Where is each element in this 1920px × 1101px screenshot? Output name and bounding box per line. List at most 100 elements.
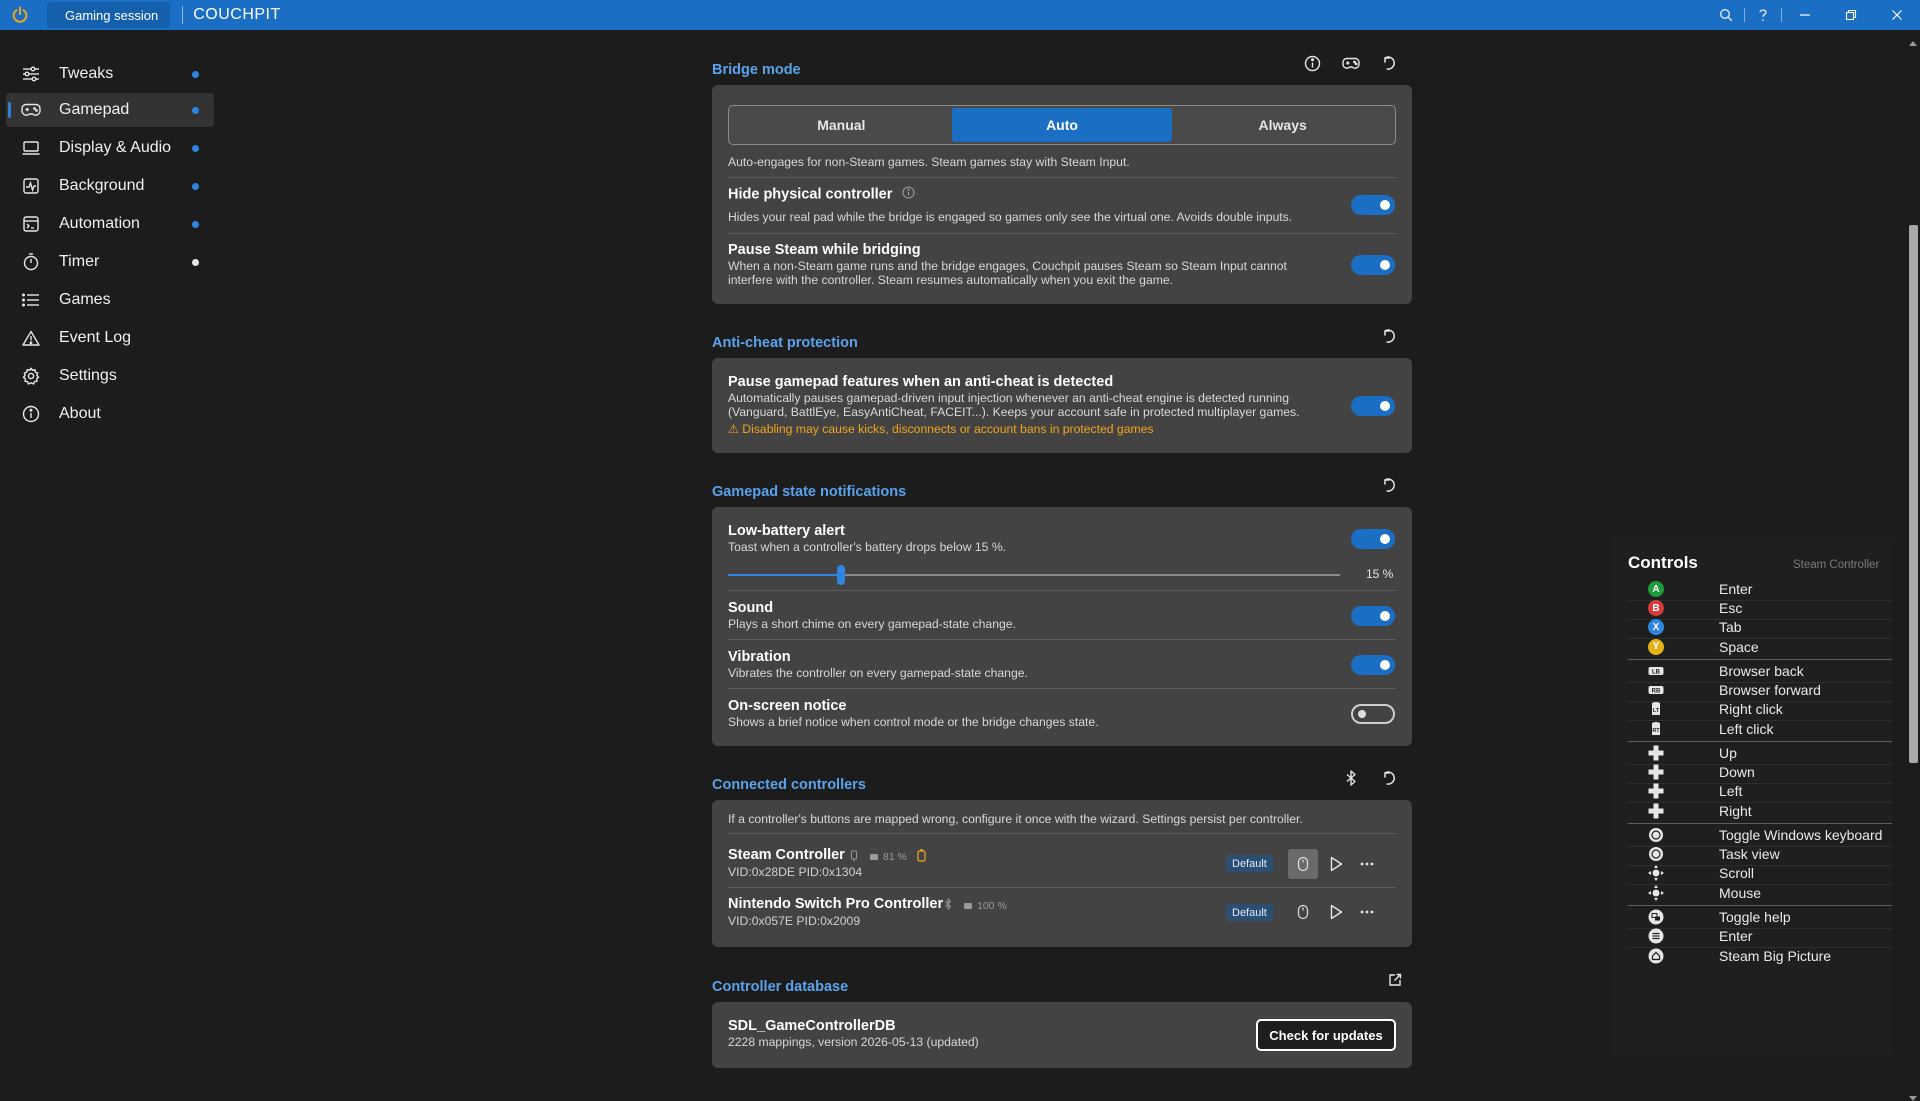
control-mapping-label: Browser back xyxy=(1719,663,1804,679)
mode-auto-option[interactable]: Auto xyxy=(951,108,1173,142)
bluetooth-icon[interactable] xyxy=(1340,767,1362,789)
info-icon[interactable] xyxy=(1301,52,1323,74)
sidebar-item-gamepad[interactable]: Gamepad xyxy=(6,93,214,127)
app-title: COUCHPIT xyxy=(193,6,281,23)
mouse-mode-button[interactable] xyxy=(1288,897,1318,927)
info-icon[interactable] xyxy=(902,186,915,203)
more-options-icon[interactable] xyxy=(1352,849,1382,879)
reset-icon[interactable] xyxy=(1379,474,1401,496)
divider xyxy=(728,887,1396,888)
rt-trigger-icon: RT xyxy=(1648,721,1664,737)
list-icon xyxy=(21,290,41,310)
control-mapping-row: RT Left click xyxy=(1628,717,1892,740)
sidebar-item-timer[interactable]: Timer xyxy=(6,245,214,279)
bridge-mode-card: Manual Auto Always Auto-engages for non-… xyxy=(712,85,1412,304)
sound-toggle[interactable] xyxy=(1351,606,1395,626)
info-icon xyxy=(21,404,41,424)
close-icon[interactable] xyxy=(1874,0,1920,30)
gamepad-icon[interactable] xyxy=(1340,52,1362,74)
low-battery-toggle[interactable] xyxy=(1351,529,1395,549)
divider xyxy=(728,233,1396,234)
pause-steam-toggle[interactable] xyxy=(1351,255,1395,275)
status-dot xyxy=(192,106,199,114)
play-icon[interactable] xyxy=(1321,849,1351,879)
stick-icon xyxy=(1648,846,1664,862)
sidebar-item-games[interactable]: Games xyxy=(6,283,214,317)
reset-icon[interactable] xyxy=(1379,52,1401,74)
lt-trigger-icon: LT xyxy=(1648,701,1664,717)
scrollbar[interactable] xyxy=(1906,30,1920,1101)
hide-controller-description: Hides your real pad while the bridge is … xyxy=(728,210,1293,224)
vibration-toggle[interactable] xyxy=(1351,655,1395,675)
slider-thumb[interactable] xyxy=(837,565,845,585)
anticheat-toggle[interactable] xyxy=(1351,396,1395,416)
b-button-icon: B xyxy=(1648,600,1664,616)
slider-fill xyxy=(728,574,841,576)
sidebar-item-background[interactable]: Background xyxy=(6,169,214,203)
check-for-updates-button[interactable]: Check for updates xyxy=(1256,1019,1396,1051)
monitor-icon xyxy=(21,138,41,158)
usb-icon xyxy=(850,850,858,865)
control-mapping-label: Steam Big Picture xyxy=(1719,947,1832,964)
sidebar-item-about[interactable]: About xyxy=(6,397,214,431)
onscreen-notice-toggle[interactable] xyxy=(1351,704,1395,724)
scroll-up-arrow[interactable] xyxy=(1909,41,1917,46)
move-stick-icon xyxy=(1648,865,1664,881)
low-battery-description: Toast when a controller's battery drops … xyxy=(728,540,1007,554)
minimize-icon[interactable] xyxy=(1782,0,1828,30)
scroll-thumb[interactable] xyxy=(1909,225,1918,763)
divider xyxy=(728,833,1396,834)
mode-manual-option[interactable]: Manual xyxy=(731,108,952,142)
gaming-session-button[interactable]: Gaming session xyxy=(47,2,171,28)
mouse-mode-button[interactable] xyxy=(1288,849,1318,879)
sliders-icon xyxy=(21,64,41,84)
sidebar-item-tweaks[interactable]: Tweaks xyxy=(6,57,214,91)
dpad-icon xyxy=(1648,745,1664,761)
divider xyxy=(728,177,1396,178)
help-icon[interactable] xyxy=(1745,0,1781,30)
battery-threshold-slider[interactable] xyxy=(728,565,1340,585)
sidebar-item-label: Event Log xyxy=(59,329,132,346)
bluetooth-icon xyxy=(944,897,952,913)
control-mapping-label: Toggle Windows keyboard xyxy=(1719,827,1883,843)
control-mapping-row: Y Space xyxy=(1628,635,1892,658)
sidebar-item-automation[interactable]: Automation xyxy=(6,207,214,241)
controls-subtitle: Steam Controller xyxy=(1793,559,1880,571)
search-icon[interactable] xyxy=(1708,0,1744,30)
reset-icon[interactable] xyxy=(1379,325,1401,347)
sidebar-item-label: Gamepad xyxy=(59,101,130,118)
mode-always-option[interactable]: Always xyxy=(1172,108,1393,142)
sound-title: Sound xyxy=(728,600,774,616)
hide-controller-toggle[interactable] xyxy=(1351,195,1395,215)
play-icon[interactable] xyxy=(1321,897,1351,927)
notifications-title: Gamepad state notifications xyxy=(712,484,907,500)
external-link-icon[interactable] xyxy=(1384,969,1406,991)
automation-icon xyxy=(21,214,41,234)
vibration-title: Vibration xyxy=(728,649,791,665)
x-button-icon: X xyxy=(1648,619,1664,635)
sidebar-item-event-log[interactable]: Event Log xyxy=(6,321,214,355)
reset-icon[interactable] xyxy=(1379,767,1401,789)
sidebar-item-label: Games xyxy=(59,291,111,308)
anticheat-description-line2: (Vanguard, BattlEye, EasyAntiCheat, FACE… xyxy=(728,405,1300,419)
control-mapping-row: Mouse xyxy=(1628,881,1892,904)
more-options-icon[interactable] xyxy=(1352,897,1382,927)
sidebar-item-label: Timer xyxy=(59,253,100,270)
control-mapping-label: Scroll xyxy=(1719,865,1755,881)
sidebar-item-label: Tweaks xyxy=(59,65,114,82)
move-stick-icon xyxy=(1648,884,1664,901)
low-battery-title: Low-battery alert xyxy=(728,523,845,539)
sidebar-item-display-audio[interactable]: Display & Audio xyxy=(6,131,214,165)
sidebar-item-settings[interactable]: Settings xyxy=(6,359,214,393)
menu-button-icon xyxy=(1648,928,1664,944)
gear-icon xyxy=(21,366,41,386)
database-info: 2228 mappings, version 2026-05-13 (updat… xyxy=(728,1035,979,1049)
restore-icon[interactable] xyxy=(1828,0,1874,30)
home-button-icon xyxy=(1648,948,1664,964)
profile-badge[interactable]: Default xyxy=(1226,855,1273,872)
battery-warning-icon xyxy=(917,849,926,865)
power-icon[interactable] xyxy=(9,4,31,26)
scroll-down-arrow[interactable] xyxy=(1909,1096,1917,1101)
mode-description: Auto-engages for non-Steam games. Steam … xyxy=(728,155,1130,169)
profile-badge[interactable]: Default xyxy=(1226,904,1273,921)
